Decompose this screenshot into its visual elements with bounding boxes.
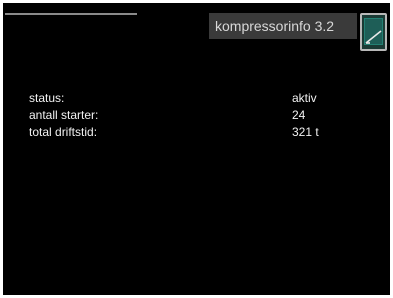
info-row-runtime: total driftstid: 321 t: [29, 124, 369, 140]
device-menu-icon[interactable]: [360, 13, 387, 51]
starts-value: 24: [292, 108, 306, 122]
runtime-value: 321 t: [292, 125, 319, 139]
device-menu-icon-graphic: [364, 18, 383, 45]
page-title-text: kompressorinfo 3.2: [215, 18, 335, 34]
starts-label: antall starter:: [29, 108, 99, 122]
runtime-label: total driftstid:: [29, 125, 98, 139]
page-title: kompressorinfo 3.2: [209, 13, 357, 39]
info-row-starts: antall starter: 24: [29, 107, 369, 123]
info-row-status: status: aktiv: [29, 90, 369, 106]
header-divider-line: [5, 13, 137, 15]
display-screen: kompressorinfo 3.2 status: aktiv antall …: [3, 3, 390, 295]
status-value: aktiv: [292, 91, 317, 105]
status-label: status:: [29, 91, 65, 105]
